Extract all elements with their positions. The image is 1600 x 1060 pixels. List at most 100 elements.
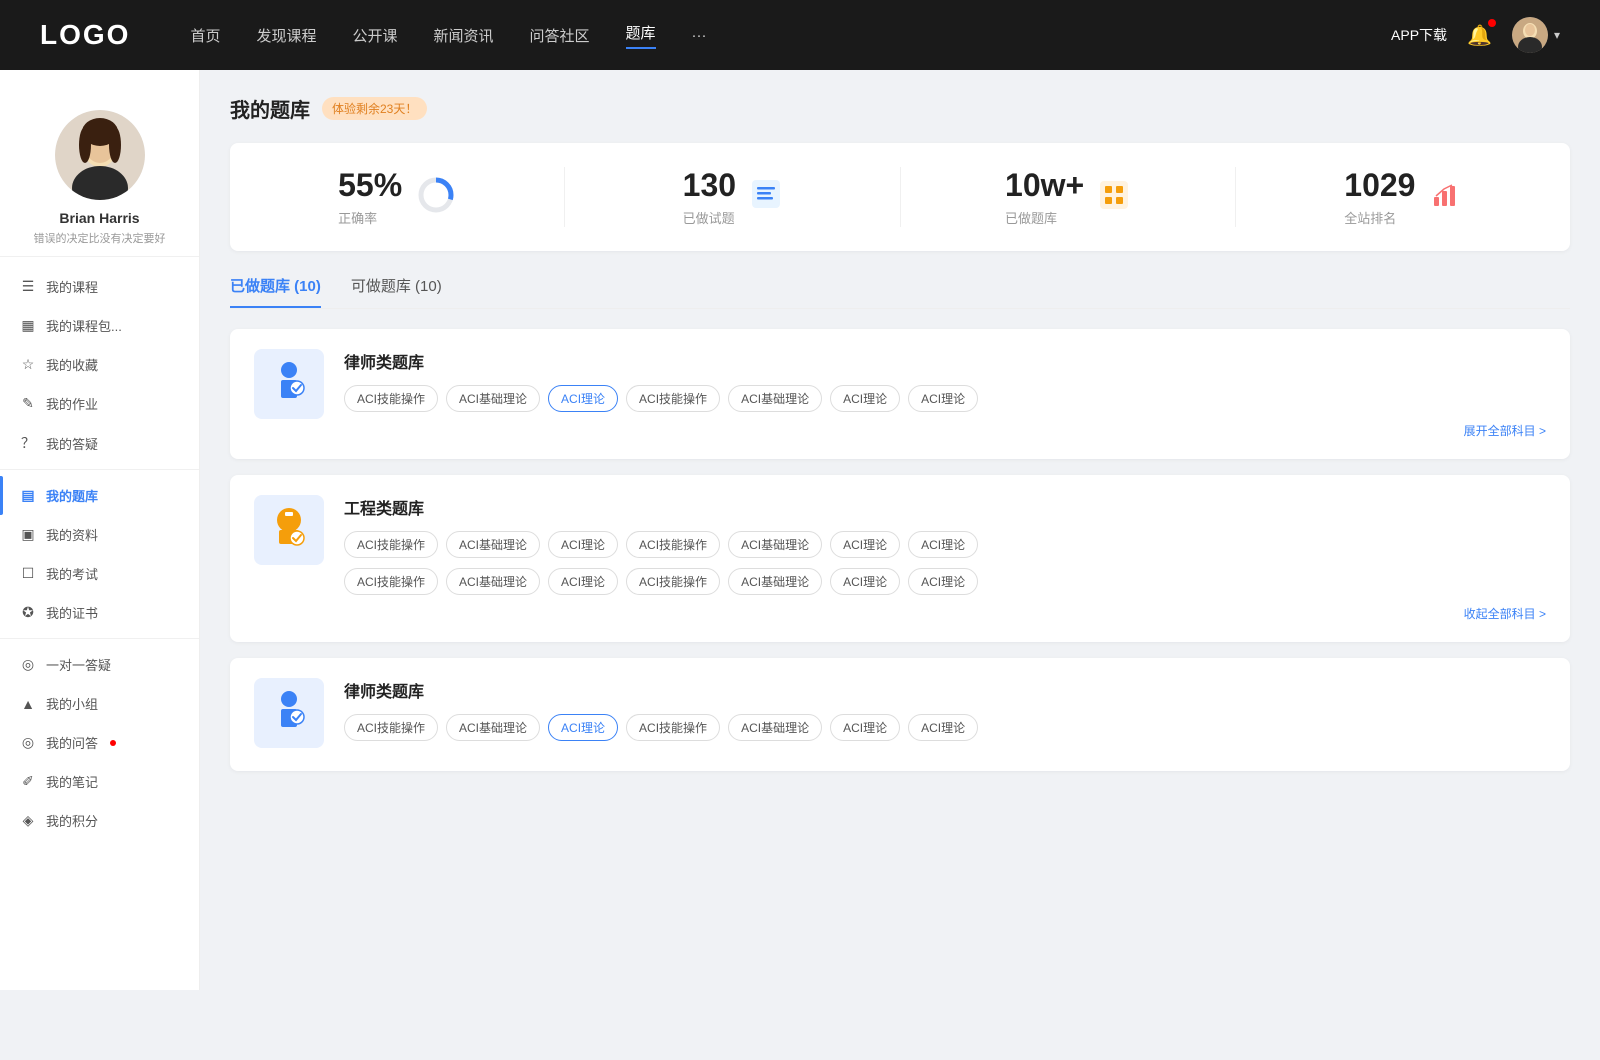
sidebar-item-我的题库[interactable]: ▤ 我的题库 <box>0 476 199 515</box>
sidebar-item-我的资料[interactable]: ▣ 我的资料 <box>0 515 199 554</box>
qbank-header: 律师类题库 ACI技能操作 ACI基础理论 ACI理论 ACI技能操作 ACI基础理论 A… <box>254 349 1546 439</box>
tag[interactable]: ACI基础理论 <box>728 714 822 741</box>
tag[interactable]: ACI技能操作 <box>344 385 438 412</box>
main-content: 我的题库 体验剩余23天！ 55% 正确率 <box>200 70 1600 990</box>
tag[interactable]: ACI理论 <box>548 568 618 595</box>
sidebar-divider <box>0 638 199 639</box>
sidebar-item-我的课程[interactable]: ☰ 我的课程 <box>0 267 199 306</box>
sidebar-item-我的作业[interactable]: ✎ 我的作业 <box>0 384 199 423</box>
tag[interactable]: ACI技能操作 <box>344 568 438 595</box>
qbank-title: 律师类题库 <box>344 349 1546 373</box>
qbank-icon <box>267 504 311 557</box>
bell-icon[interactable]: 🔔 <box>1467 25 1492 47</box>
done-label: 已做试题 <box>683 208 736 227</box>
sidebar-item-我的笔记[interactable]: ✐ 我的笔记 <box>0 762 199 801</box>
stats-row: 55% 正确率 130 已做试题 <box>230 143 1570 251</box>
sidebar-profile: Brian Harris 错误的决定比没有决定要好 <box>0 90 199 257</box>
qbank-card-2: 律师类题库 ACI技能操作ACI基础理论ACI理论ACI技能操作ACI基础理论A… <box>230 658 1570 771</box>
nav-item-公开课[interactable]: 公开课 <box>352 25 397 46</box>
tag[interactable]: ACI理论 <box>548 385 618 412</box>
qbank-title: 工程类题库 <box>344 495 1546 519</box>
qbank-body: 律师类题库 ACI技能操作 ACI基础理论 ACI理论 ACI技能操作 ACI基础理论 A… <box>344 349 1546 439</box>
tag[interactable]: ACI理论 <box>908 385 978 412</box>
tag[interactable]: ACI理论 <box>908 531 978 558</box>
user-avatar-menu[interactable]: ▾ <box>1512 17 1560 53</box>
tag[interactable]: ACI理论 <box>908 714 978 741</box>
tag[interactable]: ACI技能操作 <box>626 568 720 595</box>
nav-item-问答社区[interactable]: 问答社区 <box>530 25 590 46</box>
banks-number: 10w+ <box>1005 167 1084 204</box>
qbank-icon-wrap <box>254 495 324 565</box>
tag[interactable]: ACI技能操作 <box>626 714 720 741</box>
expand-link[interactable]: 展开全部科目 > <box>344 422 1546 439</box>
tags-row-1: ACI技能操作 ACI基础理论 ACI理论 ACI技能操作 ACI基础理论 ACI理论 AC… <box>344 714 1546 741</box>
qbank-title: 律师类题库 <box>344 678 1546 702</box>
done-number: 130 <box>683 167 736 204</box>
bell-container: 🔔 <box>1467 23 1492 48</box>
sidebar-item-label: 我的笔记 <box>46 772 98 791</box>
sidebar-icon: ☐ <box>20 565 36 582</box>
sidebar-item-一对一答疑[interactable]: ◎ 一对一答疑 <box>0 645 199 684</box>
tag[interactable]: ACI基础理论 <box>446 568 540 595</box>
tag[interactable]: ACI理论 <box>830 531 900 558</box>
tag[interactable]: ACI理论 <box>908 568 978 595</box>
tag[interactable]: ACI基础理论 <box>446 385 540 412</box>
tag[interactable]: ACI技能操作 <box>344 531 438 558</box>
sidebar-item-我的课程包...[interactable]: ▦ 我的课程包... <box>0 306 199 345</box>
tag[interactable]: ACI技能操作 <box>344 714 438 741</box>
accuracy-number: 55% <box>338 167 402 204</box>
expand-link[interactable]: 收起全部科目 > <box>344 605 1546 622</box>
sidebar-divider <box>0 469 199 470</box>
tab-可做题库 (10)[interactable]: 可做题库 (10) <box>351 275 442 308</box>
sidebar-menu: ☰ 我的课程 ▦ 我的课程包... ☆ 我的收藏 ✎ 我的作业 ？ 我的答疑 ▤… <box>0 267 199 840</box>
app-download-button[interactable]: APP下载 <box>1391 25 1447 45</box>
tag[interactable]: ACI理论 <box>830 714 900 741</box>
qbank-icon <box>267 687 311 740</box>
sidebar-item-我的考试[interactable]: ☐ 我的考试 <box>0 554 199 593</box>
sidebar-item-label: 我的题库 <box>46 486 98 505</box>
nav-item-首页[interactable]: 首页 <box>190 25 220 46</box>
qbank-body: 工程类题库 ACI技能操作ACI基础理论ACI理论ACI技能操作ACI基础理论A… <box>344 495 1546 622</box>
chart-icon <box>1429 179 1461 216</box>
sidebar: Brian Harris 错误的决定比没有决定要好 ☰ 我的课程 ▦ 我的课程包… <box>0 70 200 990</box>
sidebar-icon: ▲ <box>20 696 36 712</box>
tags-row-2: ACI技能操作 ACI基础理论 ACI理论 ACI技能操作 ACI基础理论 ACI理论 AC… <box>344 568 1546 595</box>
nav-item-···[interactable]: ··· <box>692 27 707 44</box>
tag[interactable]: ACI技能操作 <box>626 531 720 558</box>
tag[interactable]: ACI基础理论 <box>446 714 540 741</box>
sidebar-item-我的积分[interactable]: ◈ 我的积分 <box>0 801 199 840</box>
accuracy-label: 正确率 <box>338 208 402 227</box>
sidebar-item-我的小组[interactable]: ▲ 我的小组 <box>0 684 199 723</box>
rank-label: 全站排名 <box>1344 208 1415 227</box>
logo[interactable]: LOGO <box>40 19 130 51</box>
sidebar-item-我的问答[interactable]: ◎ 我的问答 <box>0 723 199 762</box>
tag[interactable]: ACI基础理论 <box>446 531 540 558</box>
sidebar-icon: ✎ <box>20 395 36 412</box>
tag[interactable]: ACI理论 <box>548 714 618 741</box>
tab-已做题库 (10)[interactable]: 已做题库 (10) <box>230 275 321 308</box>
tag[interactable]: ACI理论 <box>830 568 900 595</box>
sidebar-item-我的答疑[interactable]: ？ 我的答疑 <box>0 423 199 463</box>
tag[interactable]: ACI理论 <box>830 385 900 412</box>
qbank-icon-wrap <box>254 678 324 748</box>
nav-item-发现课程[interactable]: 发现课程 <box>256 25 316 46</box>
tag[interactable]: ACI基础理论 <box>728 568 822 595</box>
sidebar-item-label: 我的答疑 <box>46 434 98 453</box>
sidebar-icon: ✐ <box>20 773 36 790</box>
sidebar-icon: ▣ <box>20 526 36 543</box>
sidebar-item-label: 我的积分 <box>46 811 98 830</box>
nav-item-新闻资讯[interactable]: 新闻资讯 <box>434 25 494 46</box>
nav-links: 首页 发现课程 公开课 新闻资讯 问答社区 题库 ··· <box>190 22 1391 49</box>
sidebar-item-我的收藏[interactable]: ☆ 我的收藏 <box>0 345 199 384</box>
tag[interactable]: ACI理论 <box>548 531 618 558</box>
stat-rank: 1029 全站排名 <box>1236 167 1570 227</box>
tag[interactable]: ACI基础理论 <box>728 531 822 558</box>
sidebar-icon: ◎ <box>20 734 36 751</box>
sidebar-item-label: 我的问答 <box>46 733 98 752</box>
sidebar-item-label: 我的考试 <box>46 564 98 583</box>
nav-item-题库[interactable]: 题库 <box>626 22 656 49</box>
tag[interactable]: ACI基础理论 <box>728 385 822 412</box>
grid-icon <box>1098 179 1130 216</box>
sidebar-item-我的证书[interactable]: ✪ 我的证书 <box>0 593 199 632</box>
tag[interactable]: ACI技能操作 <box>626 385 720 412</box>
